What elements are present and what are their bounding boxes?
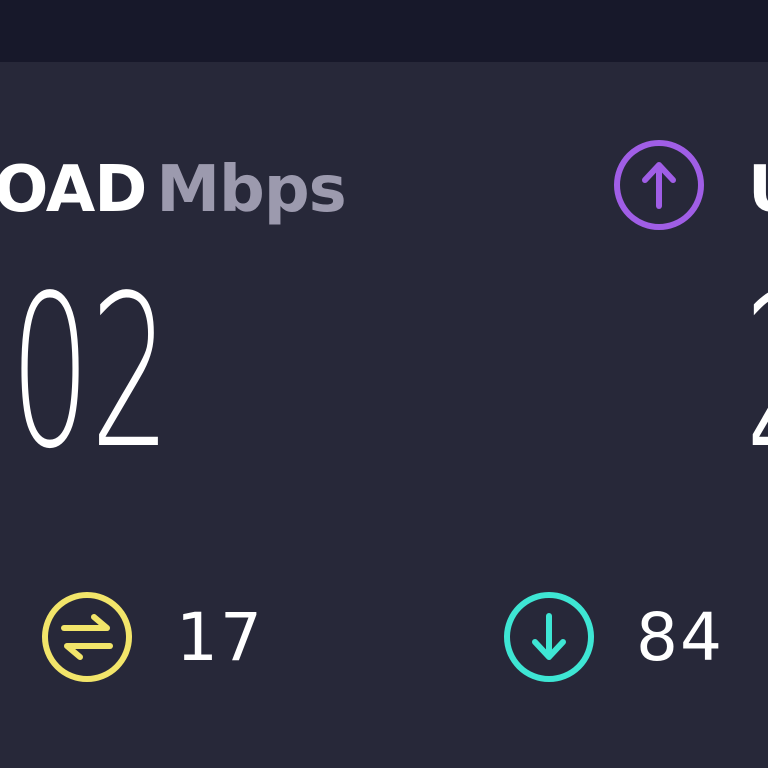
download-speed-value: 102	[0, 250, 171, 495]
upload-label: U	[748, 150, 768, 230]
download-label: OAD Mbps	[0, 150, 347, 230]
arrow-up-circle-icon	[612, 138, 706, 232]
top-bar	[0, 0, 768, 62]
ping-value: 17	[176, 599, 264, 676]
arrow-down-circle-icon	[502, 590, 596, 684]
download-unit: Mbps	[156, 153, 346, 227]
upload-speed-value: 2	[744, 248, 768, 498]
swap-arrows-circle-icon	[40, 590, 134, 684]
jitter-value: 84	[636, 599, 724, 676]
speedtest-results-panel: OADMbps 102 U 2 17 84	[0, 0, 768, 768]
download-label-text: OAD	[0, 153, 147, 227]
